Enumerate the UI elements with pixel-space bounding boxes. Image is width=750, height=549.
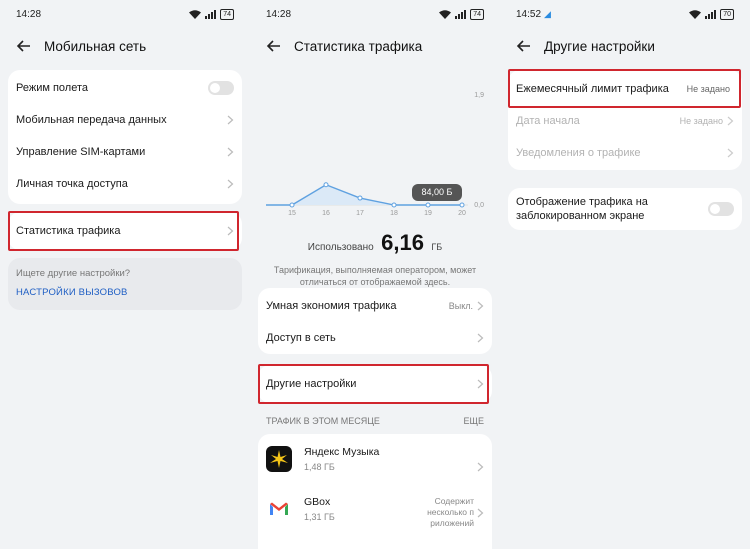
chart-tooltip: 84,00 Б <box>412 184 462 201</box>
network-access-label: Доступ в сеть <box>266 332 336 344</box>
app-row[interactable]: GBox 1,31 ГБ Содержит несколько п риложе… <box>258 490 492 530</box>
battery-icon: 74 <box>470 9 484 20</box>
app-name: GBox <box>304 496 331 508</box>
page-title: Другие настройки <box>544 38 655 54</box>
chart-x-tick: 20 <box>458 210 466 217</box>
wifi-icon <box>689 10 702 19</box>
chart-point <box>289 202 295 208</box>
sim-management-label: Управление SIM-картами <box>16 146 146 158</box>
chevron-right-icon <box>477 508 484 518</box>
smart-saving-label: Умная экономия трафика <box>266 300 397 312</box>
page-title: Мобильная сеть <box>44 38 147 54</box>
status-time: 14:28 <box>16 9 42 20</box>
chart-point <box>459 202 465 208</box>
chart-x-tick: 19 <box>424 210 432 217</box>
back-arrow-icon[interactable] <box>516 38 532 54</box>
highlight-box <box>258 364 489 404</box>
notification-icon: ◢ <box>544 9 551 19</box>
start-date-value: Не задано <box>679 116 723 126</box>
chart-x-tick: 15 <box>288 210 296 217</box>
used-label: Использовано <box>307 242 374 253</box>
chart-point <box>391 202 397 208</box>
status-bar: 14:52 ◢ 70 <box>516 9 734 23</box>
app-note: Содержит несколько п риложений <box>427 496 474 528</box>
more-link[interactable]: ЕЩЕ <box>464 416 484 426</box>
used-summary: Использовано 6,16 ГБ <box>250 230 500 256</box>
lockscreen-row[interactable]: Отображение трафика на заблокированном э… <box>508 193 742 225</box>
back-arrow-icon[interactable] <box>266 38 282 54</box>
used-value: 6,16 <box>381 230 424 255</box>
wifi-icon <box>189 10 202 19</box>
chevron-right-icon <box>227 179 234 189</box>
chart-y-tick: 1,9 <box>474 92 484 99</box>
chart-x-tick: 16 <box>322 210 330 217</box>
smart-saving-value: Выкл. <box>448 301 473 311</box>
mobile-data-label: Мобильная передача данных <box>16 114 167 126</box>
chevron-right-icon <box>477 462 484 472</box>
back-arrow-icon[interactable] <box>16 38 32 54</box>
app-row[interactable]: Яндекс Музыка 1,48 ГБ <box>258 440 492 480</box>
chart-point <box>425 202 431 208</box>
signal-icon <box>455 10 467 19</box>
search-hint-card: Ищете другие настройки? НАСТРОЙКИ ВЫЗОВО… <box>8 258 242 310</box>
apps-card: Яндекс Музыка 1,48 ГБ GBox 1,31 ГБ Содер… <box>258 434 492 549</box>
start-date-label: Дата начала <box>516 115 580 127</box>
chart-x-tick: 18 <box>390 210 398 217</box>
battery-icon: 74 <box>220 9 234 20</box>
carrier-note: Тарификация, выполняемая оператором, мож… <box>273 265 477 287</box>
mobile-network-screen: 14:28 74 Мобильная сеть Режим полета Моб… <box>0 0 250 549</box>
lockscreen-card: Отображение трафика на заблокированном э… <box>508 188 742 230</box>
airplane-mode-row[interactable]: Режим полета <box>8 72 242 104</box>
highlight-box <box>508 69 741 108</box>
search-hint-text: Ищете другие настройки? <box>16 268 131 279</box>
start-date-row[interactable]: Дата начала Не задано <box>508 105 742 137</box>
chart-x-tick: 17 <box>356 210 364 217</box>
status-time: 14:52 ◢ <box>516 9 551 20</box>
hotspot-row[interactable]: Личная точка доступа <box>8 168 242 200</box>
mobile-data-row[interactable]: Мобильная передача данных <box>8 104 242 136</box>
traffic-options-card: Умная экономия трафика Выкл. Доступ в се… <box>258 288 492 354</box>
chart-y-tick: 0,0 <box>474 202 484 209</box>
wifi-icon <box>439 10 452 19</box>
chevron-right-icon <box>227 115 234 125</box>
settings-card: Режим полета Мобильная передача данных У… <box>8 70 242 204</box>
other-settings-screen: 14:52 ◢ 70 Другие настройки Ежемесячный л… <box>500 0 750 549</box>
notifications-row[interactable]: Уведомления о трафике <box>508 137 742 169</box>
sim-management-row[interactable]: Управление SIM-картами <box>8 136 242 168</box>
chart-point <box>357 195 363 201</box>
status-bar: 14:28 74 <box>266 9 484 23</box>
chevron-right-icon <box>227 147 234 157</box>
traffic-chart: 15 16 17 18 19 20 1,9 0,0 <box>250 80 500 220</box>
hotspot-label: Личная точка доступа <box>16 178 128 190</box>
app-size: 1,48 ГБ <box>304 462 335 472</box>
chevron-right-icon <box>477 333 484 343</box>
chart-point <box>323 182 329 188</box>
airplane-mode-toggle[interactable] <box>208 81 234 95</box>
used-unit: ГБ <box>431 242 443 252</box>
yandex-music-icon <box>266 446 292 472</box>
signal-icon <box>705 10 717 19</box>
call-settings-link[interactable]: НАСТРОЙКИ ВЫЗОВОВ <box>16 287 128 298</box>
app-size: 1,31 ГБ <box>304 512 335 522</box>
month-section-header: ТРАФИК В ЭТОМ МЕСЯЦЕ <box>266 416 380 426</box>
notifications-label: Уведомления о трафике <box>516 147 641 159</box>
traffic-chart-svg: 15 16 17 18 19 20 1,9 0,0 <box>266 92 484 217</box>
lockscreen-label: Отображение трафика на заблокированном э… <box>516 196 648 222</box>
chevron-right-icon <box>727 116 734 126</box>
lockscreen-toggle[interactable] <box>708 202 734 216</box>
page-title: Статистика трафика <box>294 38 423 54</box>
status-bar: 14:28 74 <box>16 9 234 23</box>
network-access-row[interactable]: Доступ в сеть <box>258 322 492 354</box>
battery-icon: 70 <box>720 9 734 20</box>
traffic-stats-screen: 14:28 74 Статистика трафика 15 16 17 18 19 20… <box>250 0 500 549</box>
status-time: 14:28 <box>266 9 292 20</box>
chevron-right-icon <box>727 148 734 158</box>
airplane-mode-label: Режим полета <box>16 82 89 94</box>
app-name: Яндекс Музыка <box>304 446 380 458</box>
chevron-right-icon <box>477 301 484 311</box>
gmail-icon <box>266 496 292 522</box>
highlight-box <box>8 211 239 251</box>
signal-icon <box>205 10 217 19</box>
smart-saving-row[interactable]: Умная экономия трафика Выкл. <box>258 290 492 322</box>
